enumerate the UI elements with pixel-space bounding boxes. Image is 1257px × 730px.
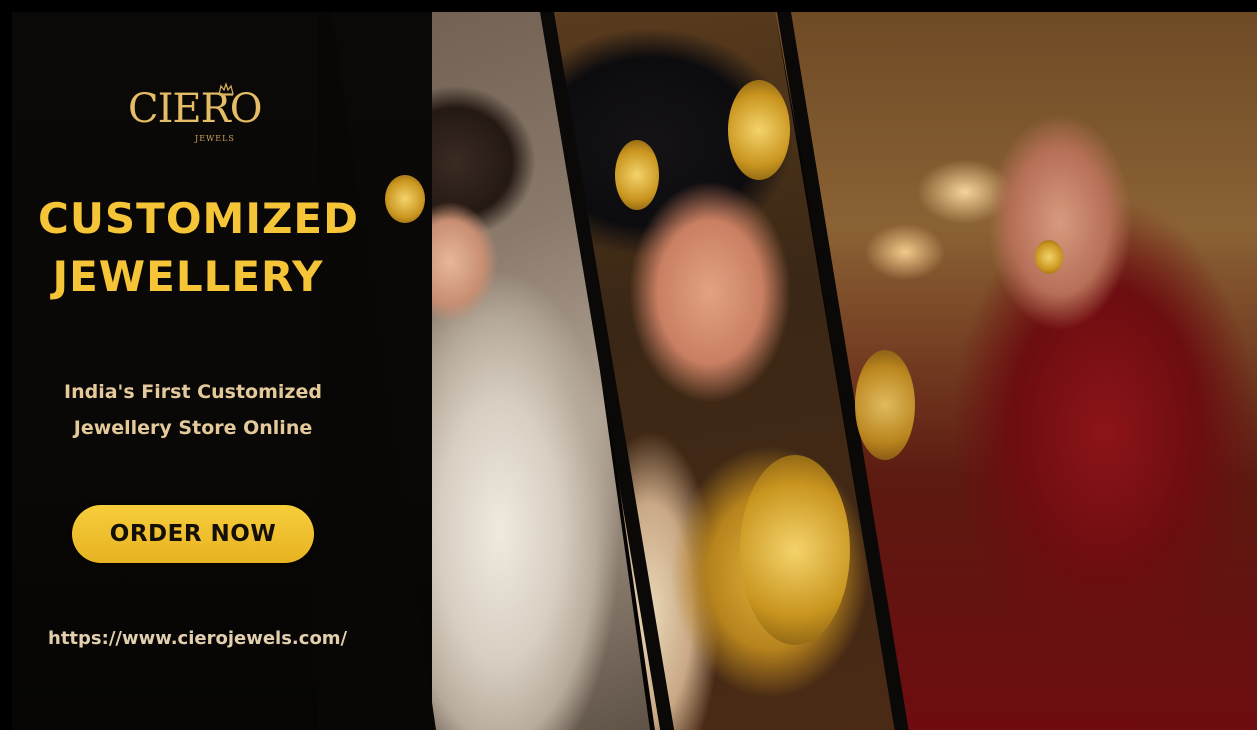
maang-tikka-icon [385, 175, 425, 223]
order-now-button[interactable]: ORDER NOW [72, 505, 314, 563]
tagline: India's First Customized Jewellery Store… [38, 374, 348, 446]
ciero-logo: CIERO JEWELS [128, 82, 263, 152]
logo-subtext: JEWELS [195, 134, 235, 143]
tagline-line-2: Jewellery Store Online [73, 417, 313, 439]
crown-icon [218, 82, 234, 96]
logo-wordmark: CIERO [128, 86, 263, 132]
order-now-label: ORDER NOW [109, 521, 277, 547]
tagline-line-1: India's First Customized [64, 381, 322, 403]
passa-icon [728, 80, 790, 180]
frame-left-border [0, 0, 12, 730]
headline: CUSTOMIZED JEWELLERY [38, 190, 359, 306]
website-link[interactable]: https://www.cierojewels.com/ [48, 628, 347, 649]
frame-top-border [0, 0, 1257, 12]
headline-line-2: JEWELLERY [52, 252, 324, 301]
headline-line-1: CUSTOMIZED [38, 194, 359, 243]
earring-icon [615, 140, 659, 210]
necklace-icon [740, 455, 850, 645]
nath-icon [1035, 240, 1063, 274]
promo-banner: CIERO JEWELS CUSTOMIZED JEWELLERY India'… [0, 0, 1257, 730]
bangles-icon [855, 350, 915, 460]
